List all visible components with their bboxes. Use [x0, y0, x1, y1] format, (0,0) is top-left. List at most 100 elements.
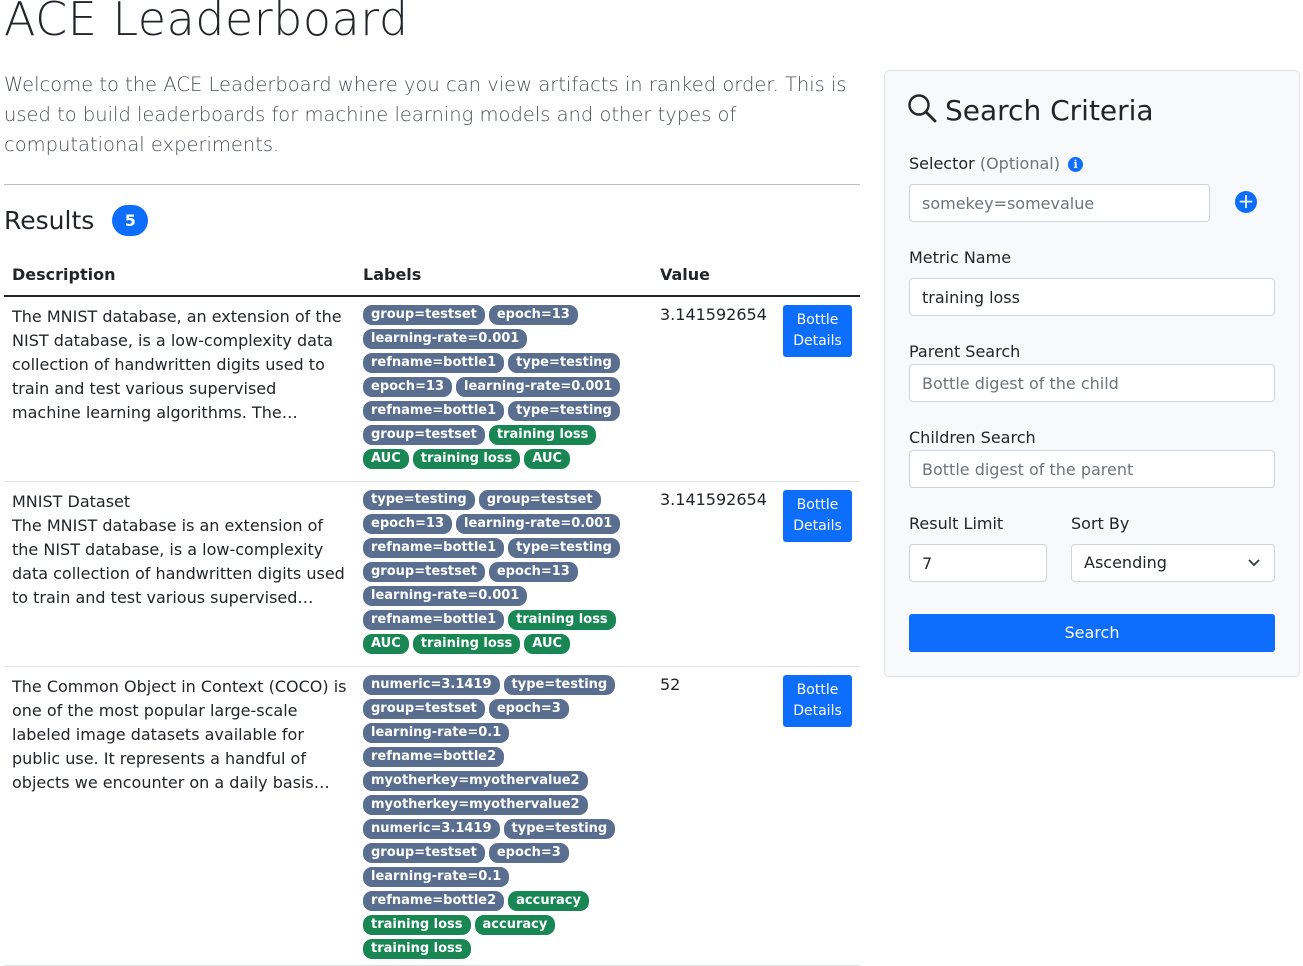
- label-badge: refname=bottle2: [363, 890, 505, 911]
- metric-badge: AUC: [524, 449, 571, 469]
- label-badge: epoch=3: [488, 842, 569, 863]
- results-table: Description Labels Value The MNIST datab…: [4, 258, 860, 966]
- sort-by-select[interactable]: Ascending: [1071, 544, 1275, 582]
- label-badge: refname=bottle1: [363, 537, 505, 558]
- metric-badge: training loss: [412, 633, 521, 654]
- label-badge: group=testset: [478, 489, 601, 510]
- table-header-row: Description Labels Value: [4, 258, 860, 297]
- label-badge: epoch=3: [488, 698, 569, 719]
- label-badge: type=testing: [503, 674, 616, 695]
- row-title: MNIST Dataset: [12, 491, 131, 511]
- label-badge: group=testset: [363, 305, 485, 325]
- row-actions: Bottle Details: [775, 296, 860, 482]
- label-badge: epoch=13: [488, 561, 578, 582]
- row-description: The MNIST database, an extension of the …: [4, 296, 355, 482]
- label-badge: numeric=3.1419: [363, 818, 500, 839]
- results-heading: Results 5: [4, 205, 149, 236]
- metric-name-input[interactable]: [909, 278, 1275, 316]
- label-badge: group=testset: [363, 698, 485, 719]
- selector-label: Selector (Optional) i: [909, 154, 1084, 173]
- label-badge: learning-rate=0.001: [363, 585, 528, 606]
- bottle-details-button[interactable]: Bottle Details: [783, 305, 852, 357]
- metric-name-label: Metric Name: [909, 248, 1012, 267]
- label-badge: myotherkey=myothervalue2: [363, 770, 588, 791]
- metric-badge: accuracy: [474, 914, 556, 935]
- divider: [4, 184, 860, 185]
- search-panel-title: Search Criteria: [945, 93, 1154, 127]
- row-actions: Bottle Details: [775, 481, 860, 667]
- label-badge: epoch=13: [363, 513, 452, 534]
- label-badge: learning-rate=0.001: [456, 377, 621, 397]
- row-value: 52: [652, 666, 775, 966]
- label-badge: epoch=13: [363, 377, 452, 397]
- label-list: type=testing group=testset epoch=13 learnin…: [363, 489, 643, 660]
- label-badge: refname=bottle2: [363, 746, 505, 767]
- chevron-down-icon: [1248, 545, 1260, 594]
- search-icon: [907, 93, 937, 127]
- results-count-badge: 5: [112, 205, 149, 236]
- row-description-text: The Common Object in Context (COCO) is o…: [12, 676, 347, 792]
- row-description-text: The MNIST database is an extension of th…: [12, 515, 345, 607]
- bottle-details-button[interactable]: Bottle Details: [783, 674, 852, 727]
- search-button[interactable]: Search: [909, 614, 1275, 652]
- label-badge: type=testing: [508, 353, 620, 373]
- label-badge: group=testset: [363, 561, 485, 582]
- label-badge: refname=bottle1: [363, 353, 505, 373]
- info-icon[interactable]: i: [1068, 157, 1084, 172]
- parent-search-label: Parent Search: [909, 342, 1021, 361]
- table-row: MNIST Dataset The MNIST database is an ex…: [4, 481, 860, 667]
- row-actions: Bottle Details: [775, 666, 860, 966]
- metric-badge: training loss: [488, 425, 597, 445]
- row-labels: numeric=3.1419 type=testing group=testset e…: [355, 666, 652, 966]
- label-badge: group=testset: [363, 425, 485, 445]
- label-badge: group=testset: [363, 842, 485, 863]
- search-panel: Search Criteria Selector (Optional) i + …: [884, 70, 1300, 677]
- metric-badge: AUC: [524, 633, 571, 654]
- column-header-value: Value: [652, 258, 775, 297]
- label-badge: epoch=13: [488, 305, 578, 325]
- label-badge: learning-rate=0.001: [456, 513, 621, 534]
- sort-by-value: Ascending: [1084, 553, 1167, 572]
- label-list: group=testset epoch=13 learning-rate=0.001…: [363, 305, 643, 475]
- label-badge: numeric=3.1419: [363, 674, 500, 695]
- label-badge: learning-rate=0.1: [363, 722, 510, 743]
- row-description-text: The MNIST database, an extension of the …: [12, 307, 342, 422]
- add-selector-icon[interactable]: +: [1235, 191, 1257, 213]
- label-badge: learning-rate=0.001: [363, 329, 528, 349]
- page-title: ACE Leaderboard: [4, 0, 409, 46]
- label-badge: myotherkey=myothervalue2: [363, 794, 588, 815]
- metric-badge: AUC: [363, 449, 409, 469]
- table-row: The Common Object in Context (COCO) is o…: [4, 666, 860, 966]
- search-panel-header: Search Criteria: [907, 93, 1154, 127]
- label-badge: refname=bottle1: [363, 609, 505, 630]
- table-row: The MNIST database, an extension of the …: [4, 296, 860, 482]
- metric-badge: training loss: [363, 938, 471, 959]
- label-list: numeric=3.1419 type=testing group=testset e…: [363, 674, 643, 965]
- metric-badge: AUC: [363, 633, 409, 654]
- parent-search-input[interactable]: [909, 364, 1275, 402]
- sort-by-label: Sort By: [1071, 514, 1130, 533]
- children-search-input[interactable]: [909, 450, 1275, 488]
- metric-badge: accuracy: [508, 890, 589, 911]
- label-badge: type=testing: [363, 489, 475, 510]
- results-title: Results: [4, 206, 95, 235]
- selector-optional-text: (Optional): [979, 154, 1060, 173]
- row-description: MNIST Dataset The MNIST database is an ex…: [4, 481, 355, 667]
- label-badge: refname=bottle1: [363, 401, 505, 421]
- result-limit-label: Result Limit: [909, 514, 1004, 533]
- label-badge: type=testing: [503, 818, 616, 839]
- intro-text: Welcome to the ACE Leaderboard where you…: [4, 73, 847, 156]
- column-header-labels: Labels: [355, 258, 652, 297]
- row-value: 3.141592654: [652, 481, 775, 667]
- selector-input[interactable]: [909, 184, 1210, 222]
- row-value: 3.141592654: [652, 296, 775, 482]
- row-description: The Common Object in Context (COCO) is o…: [4, 666, 355, 966]
- column-header-description: Description: [4, 258, 355, 297]
- result-limit-input[interactable]: [909, 544, 1047, 582]
- children-search-label: Children Search: [909, 428, 1036, 447]
- row-labels: group=testset epoch=13 learning-rate=0.001…: [355, 296, 652, 482]
- selector-label-text: Selector: [909, 154, 975, 173]
- label-badge: type=testing: [508, 537, 620, 558]
- metric-badge: training loss: [508, 609, 616, 630]
- bottle-details-button[interactable]: Bottle Details: [783, 489, 852, 542]
